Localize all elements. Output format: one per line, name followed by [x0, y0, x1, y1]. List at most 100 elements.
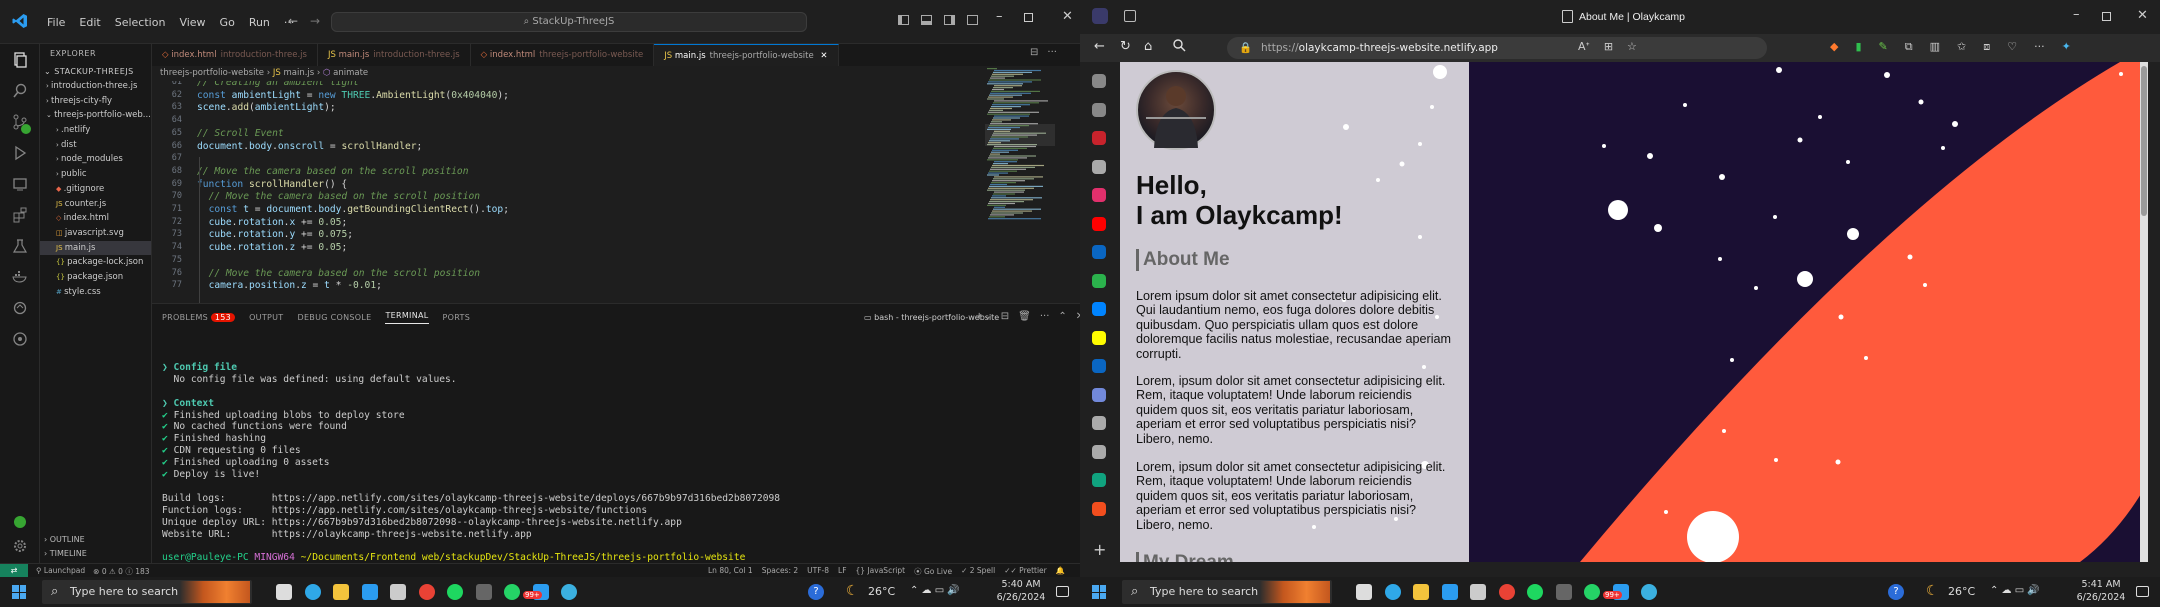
live-share-icon[interactable]: [0, 292, 40, 323]
discord-icon[interactable]: [1092, 387, 1106, 402]
extensions-puzzle-icon[interactable]: ⧉: [1905, 40, 1913, 54]
close-icon[interactable]: ✕: [1062, 9, 1073, 24]
menu-view[interactable]: View: [172, 14, 212, 31]
tree-item[interactable]: › .netlify: [40, 123, 151, 138]
tree-item[interactable]: JS counter.js: [40, 197, 151, 212]
linkedin-icon[interactable]: [1092, 245, 1106, 259]
browser-essentials-icon[interactable]: ♡: [2007, 40, 2017, 54]
weather-moon-icon[interactable]: ☾: [846, 583, 859, 599]
weather-moon-icon[interactable]: ☾: [1926, 583, 1939, 599]
instagram-icon[interactable]: [1092, 188, 1106, 202]
encoding[interactable]: UTF-8: [807, 566, 829, 577]
favorite-star-icon[interactable]: ☆: [1627, 40, 1637, 53]
windows-start-icon[interactable]: [1092, 585, 1106, 599]
function-logs-link[interactable]: https://app.netlify.com/sites/olaykcamp-…: [272, 505, 647, 516]
weather-temp[interactable]: 26°C: [1948, 585, 1975, 598]
task-view-icon[interactable]: [276, 584, 292, 600]
tree-item[interactable]: JS main.js: [40, 240, 151, 256]
system-tray-icons[interactable]: ⌃ ☁ ▭ 🔊: [1990, 585, 2040, 596]
minimize-icon[interactable]: –: [996, 9, 1003, 24]
new-terminal-icon[interactable]: +⌄: [975, 311, 992, 322]
app-available-icon[interactable]: ⊞: [1604, 40, 1613, 53]
file-explorer-icon[interactable]: [333, 584, 349, 600]
tree-item[interactable]: › threejs-city-fly: [40, 94, 151, 109]
launchpad-item[interactable]: ⚲ Launchpad: [36, 566, 85, 577]
vscode-icon[interactable]: [361, 584, 378, 600]
edge-icon[interactable]: [304, 584, 321, 600]
edge-dev-icon[interactable]: [1641, 584, 1657, 600]
settings-icon[interactable]: [1470, 584, 1486, 600]
close-tab-icon[interactable]: ✕: [818, 51, 827, 61]
address-bar[interactable]: 🔒 https://olaykcamp-threejs-website.netl…: [1227, 37, 1767, 59]
whatsapp-icon[interactable]: [504, 584, 520, 600]
vscode-icon[interactable]: [1441, 584, 1458, 600]
tab-output[interactable]: OUTPUT: [249, 313, 283, 322]
back-arrow-icon[interactable]: ←: [288, 14, 298, 28]
tree-item[interactable]: {} package-lock.json: [40, 255, 151, 270]
youtube-icon[interactable]: [1092, 216, 1106, 231]
toggle-sidebar-icon[interactable]: [898, 15, 909, 25]
github-icon[interactable]: [1092, 159, 1106, 174]
command-center[interactable]: ⌕ StackUp-ThreeJS: [331, 12, 807, 32]
edge-icon[interactable]: [1384, 584, 1401, 600]
messenger-icon[interactable]: [1092, 302, 1106, 316]
spotify-icon[interactable]: [447, 584, 463, 600]
terminal-icon[interactable]: [475, 584, 492, 600]
breadcrumb-folder[interactable]: threejs-portfolio-website: [160, 68, 264, 78]
system-tray-icons[interactable]: ⌃ ☁ ▭ 🔊: [910, 585, 960, 596]
tab-active[interactable]: JS main.js threejs-portfolio-website ✕: [654, 44, 839, 66]
search-view-icon[interactable]: [0, 75, 40, 106]
windows-start-icon[interactable]: [12, 585, 26, 599]
maximize-icon[interactable]: [1024, 13, 1033, 22]
toggle-panel-icon[interactable]: [921, 15, 932, 25]
help-icon[interactable]: ?: [1888, 584, 1904, 600]
tab-ports[interactable]: PORTS: [443, 313, 471, 322]
notification-center-icon[interactable]: [1056, 586, 1069, 597]
docker-icon[interactable]: [0, 261, 40, 292]
metamask-extension-icon[interactable]: ◆: [1830, 40, 1838, 54]
tab-inactive[interactable]: ◇ index.html threejs-portfolio-website: [471, 44, 655, 66]
edge-dev-icon[interactable]: [561, 584, 577, 600]
language-mode[interactable]: {} JavaScript: [856, 566, 906, 577]
toggle-secondary-sidebar-icon[interactable]: [944, 15, 955, 25]
split-screen-icon[interactable]: ▥: [1930, 40, 1940, 54]
tab-terminal[interactable]: TERMINAL: [385, 311, 429, 324]
problems-status[interactable]: ⊗ 0 ⚠ 0 ⓘ 183: [93, 566, 149, 577]
tree-item[interactable]: › dist: [40, 138, 151, 153]
help-icon[interactable]: ?: [808, 584, 824, 600]
weather-temp[interactable]: 26°C: [868, 585, 895, 598]
outline-section[interactable]: › OUTLINE: [40, 535, 85, 544]
back-arrow-icon[interactable]: ←: [1094, 39, 1105, 54]
active-tab[interactable]: About Me | Olaykcamp: [1562, 10, 1685, 23]
split-editor-icon[interactable]: ⊟: [1030, 47, 1038, 58]
tree-item[interactable]: # style.css: [40, 285, 151, 300]
github-icon[interactable]: [0, 323, 40, 354]
search-icon[interactable]: [1172, 38, 1186, 52]
minimize-icon[interactable]: –: [2073, 7, 2080, 22]
collections-side-icon[interactable]: [1092, 74, 1106, 88]
tab-inactive[interactable]: JS main.js introduction-three.js: [318, 44, 471, 66]
read-aloud-icon[interactable]: Aᐩ: [1578, 40, 1590, 53]
home-icon[interactable]: ⌂: [1144, 39, 1152, 54]
split-terminal-icon[interactable]: ⊟: [1001, 311, 1009, 322]
github-icon[interactable]: [1092, 416, 1106, 430]
build-logs-link[interactable]: https://app.netlify.com/sites/olaykcamp-…: [272, 493, 780, 504]
explorer-icon[interactable]: [0, 44, 40, 75]
copilot-icon[interactable]: ✦: [2062, 40, 2071, 54]
more-actions-icon[interactable]: ···: [1047, 47, 1057, 58]
add-sidebar-icon[interactable]: +: [1093, 540, 1106, 559]
website-url-link[interactable]: https://olaykcamp-threejs-website.netlif…: [272, 529, 532, 540]
cursor-position[interactable]: Ln 80, Col 1: [708, 566, 753, 577]
clock-date[interactable]: 6/26/2024: [2072, 592, 2130, 603]
whatsapp-icon[interactable]: [1584, 584, 1600, 600]
extensions-icon[interactable]: [0, 199, 40, 230]
menu-run[interactable]: Run: [242, 14, 277, 31]
chrome-icon[interactable]: [1498, 584, 1515, 600]
tree-item[interactable]: › node_modules: [40, 152, 151, 167]
chatgpt-icon[interactable]: [1092, 473, 1106, 487]
settings-more-icon[interactable]: ···: [2034, 40, 2045, 54]
maximize-panel-icon[interactable]: ⌃: [1058, 311, 1066, 322]
accounts-icon[interactable]: [0, 514, 40, 534]
tree-item[interactable]: {} package.json: [40, 270, 151, 285]
line-endings[interactable]: LF: [838, 566, 847, 577]
